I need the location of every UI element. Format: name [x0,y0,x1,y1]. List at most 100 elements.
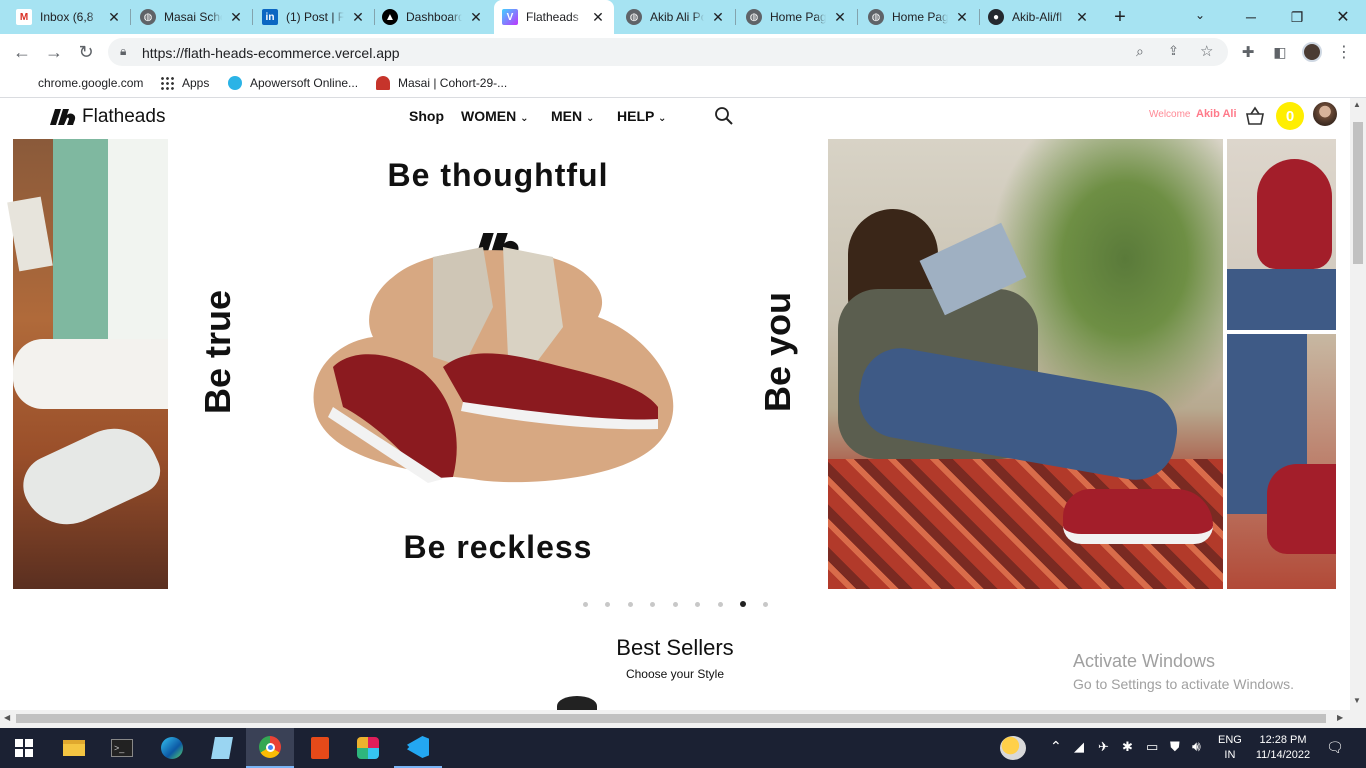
wifi-off-icon[interactable]: ✈︎ [1098,739,1109,755]
profile-avatar[interactable] [1302,42,1322,62]
bluetooth-icon[interactable]: ✱ [1122,739,1133,755]
scroll-thumb[interactable] [1353,122,1363,264]
notifications-icon[interactable]: 🗨︎ [1326,739,1344,756]
share-icon[interactable]: ⇪ [1168,43,1179,59]
close-tab-icon[interactable]: ✕ [106,9,122,26]
horizontal-scrollbar[interactable]: ◀ ▶ [0,710,1366,728]
battery-icon[interactable]: ▭ [1146,739,1158,755]
site-navbar: Flatheads Shop WOMEN ⌄ MEN ⌄ HELP ⌄ Welc… [0,98,1350,136]
search-icon[interactable] [714,106,734,126]
chrome-icon[interactable] [246,728,294,768]
page-content: Flatheads Shop WOMEN ⌄ MEN ⌄ HELP ⌄ Welc… [0,98,1350,710]
side-panel-icon[interactable]: ◧ [1266,38,1294,66]
site-logo[interactable]: Flatheads [50,106,165,128]
tab-linkedin[interactable]: in (1) Post | F ✕ [254,0,374,34]
menu-dots-icon[interactable]: ⋮ [1330,38,1358,66]
address-bar[interactable]: 🔒︎ https://flath-heads-ecommerce.vercel.… [108,38,1228,66]
h-scroll-thumb[interactable] [16,714,1326,723]
office-icon[interactable] [296,728,344,768]
user-avatar[interactable] [1313,102,1337,126]
tab-strip: M Inbox (6,8 ✕ ◍ Masai Scho ✕ in (1) Post … [0,0,1366,34]
close-tab-icon[interactable]: ✕ [832,9,848,26]
tab-dashboard[interactable]: ▲ Dashboard ✕ [374,0,492,34]
bookmark-star-icon[interactable]: ☆ [1200,42,1213,60]
carousel-dot[interactable] [718,602,723,607]
carousel-dot[interactable] [763,602,768,607]
bookmark-chrome[interactable]: chrome.google.com [16,76,143,90]
back-icon[interactable]: ← [8,38,36,66]
close-tab-icon[interactable]: ✕ [350,9,366,26]
url-text[interactable]: https://flath-heads-ecommerce.vercel.app [142,45,400,61]
bookmark-apowersoft[interactable]: Apowersoft Online... [228,76,358,90]
nav-women[interactable]: WOMEN ⌄ [461,108,529,124]
carousel-dot[interactable] [650,602,655,607]
trousers-shape [13,339,168,409]
product-image-partial[interactable] [557,696,597,710]
banner-left-text: Be true [197,289,238,415]
tab-home-page-1[interactable]: ◍ Home Pag ✕ [738,0,856,34]
restore-button[interactable]: ❐ [1274,0,1320,34]
vertical-scrollbar[interactable]: ▲ ▼ [1350,98,1366,710]
scroll-right-icon[interactable]: ▶ [1337,713,1343,722]
scroll-left-icon[interactable]: ◀ [4,713,10,722]
close-tab-icon[interactable]: ✕ [590,9,606,26]
tab-gmail[interactable]: M Inbox (6,8 ✕ [8,0,130,34]
nav-shop[interactable]: Shop [409,108,444,124]
carousel-dot[interactable] [628,602,633,607]
user-name[interactable]: Akib Ali [1196,108,1237,120]
browser-toolbar: ← → ↻ 🔒︎ https://flath-heads-ecommerce.v… [0,34,1366,70]
tab-github[interactable]: ● Akib-Ali/fl ✕ [980,0,1098,34]
carousel-dot[interactable] [583,602,588,607]
tab-akib-portfolio[interactable]: ◍ Akib Ali Po ✕ [618,0,734,34]
tab-masai[interactable]: ◍ Masai Scho ✕ [132,0,252,34]
weather-icon[interactable] [1000,736,1026,760]
network-icon[interactable]: ◢ [1074,739,1084,755]
bookmark-masai[interactable]: Masai | Cohort-29-... [376,76,507,90]
vscode-icon[interactable] [394,728,442,768]
globe-icon: ◍ [140,9,156,25]
carousel-dot[interactable] [605,602,610,607]
carousel-dot[interactable] [695,602,700,607]
scroll-down-icon[interactable]: ▼ [1353,696,1361,705]
nav-help[interactable]: HELP ⌄ [617,108,666,124]
volume-icon[interactable]: 🔊︎ [1192,738,1201,755]
globe-icon: ◍ [746,9,762,25]
close-tab-icon[interactable]: ✕ [710,9,726,26]
clock[interactable]: 12:28 PM 11/14/2022 [1250,733,1316,763]
file-explorer-icon[interactable] [50,728,98,768]
close-tab-icon[interactable]: ✕ [228,9,244,26]
chevron-up-icon[interactable]: ⌃ [1050,738,1062,755]
close-tab-icon[interactable]: ✕ [1074,9,1090,26]
carousel-dot[interactable] [673,602,678,607]
shield-icon[interactable]: ⛊ [1170,739,1180,755]
close-tab-icon[interactable]: ✕ [468,9,484,26]
apps-grid-icon [160,76,174,90]
zoom-icon[interactable]: ⌕ [1136,43,1144,60]
notepad-icon[interactable] [198,728,246,768]
forward-icon[interactable]: → [40,38,68,66]
shoe-shape [13,413,168,540]
extensions-icon[interactable]: ✚ [1234,38,1262,66]
close-tab-icon[interactable]: ✕ [954,9,970,26]
scroll-up-icon[interactable]: ▲ [1353,100,1361,109]
hero-carousel: Be thoughtful Be reckless Be true Be you [7,139,1336,589]
carousel-dot-active[interactable] [740,601,746,607]
new-tab-button[interactable]: + [1108,5,1132,29]
tab-search-icon[interactable]: ⌄ [1195,8,1205,22]
tab-flatheads[interactable]: V Flatheads ✕ [494,0,614,34]
hero-center-banner: Be thoughtful Be reckless Be true Be you [168,139,828,589]
nav-men[interactable]: MEN ⌄ [551,108,594,124]
start-button[interactable] [0,728,48,768]
close-window-button[interactable]: ✕ [1320,0,1366,34]
language-indicator[interactable]: ENG IN [1218,733,1242,763]
reload-icon[interactable]: ↻ [72,38,100,66]
slack-icon[interactable] [344,728,392,768]
minimize-button[interactable]: ─ [1228,0,1274,34]
edge-icon[interactable] [148,728,196,768]
bookmark-apps[interactable]: Apps [160,76,209,90]
tab-home-page-2[interactable]: ◍ Home Pag ✕ [860,0,978,34]
gmail-icon: M [16,9,32,25]
cart-count-badge[interactable]: 0 [1276,102,1304,130]
terminal-icon[interactable]: >_ [98,728,146,768]
basket-icon[interactable] [1244,106,1266,126]
